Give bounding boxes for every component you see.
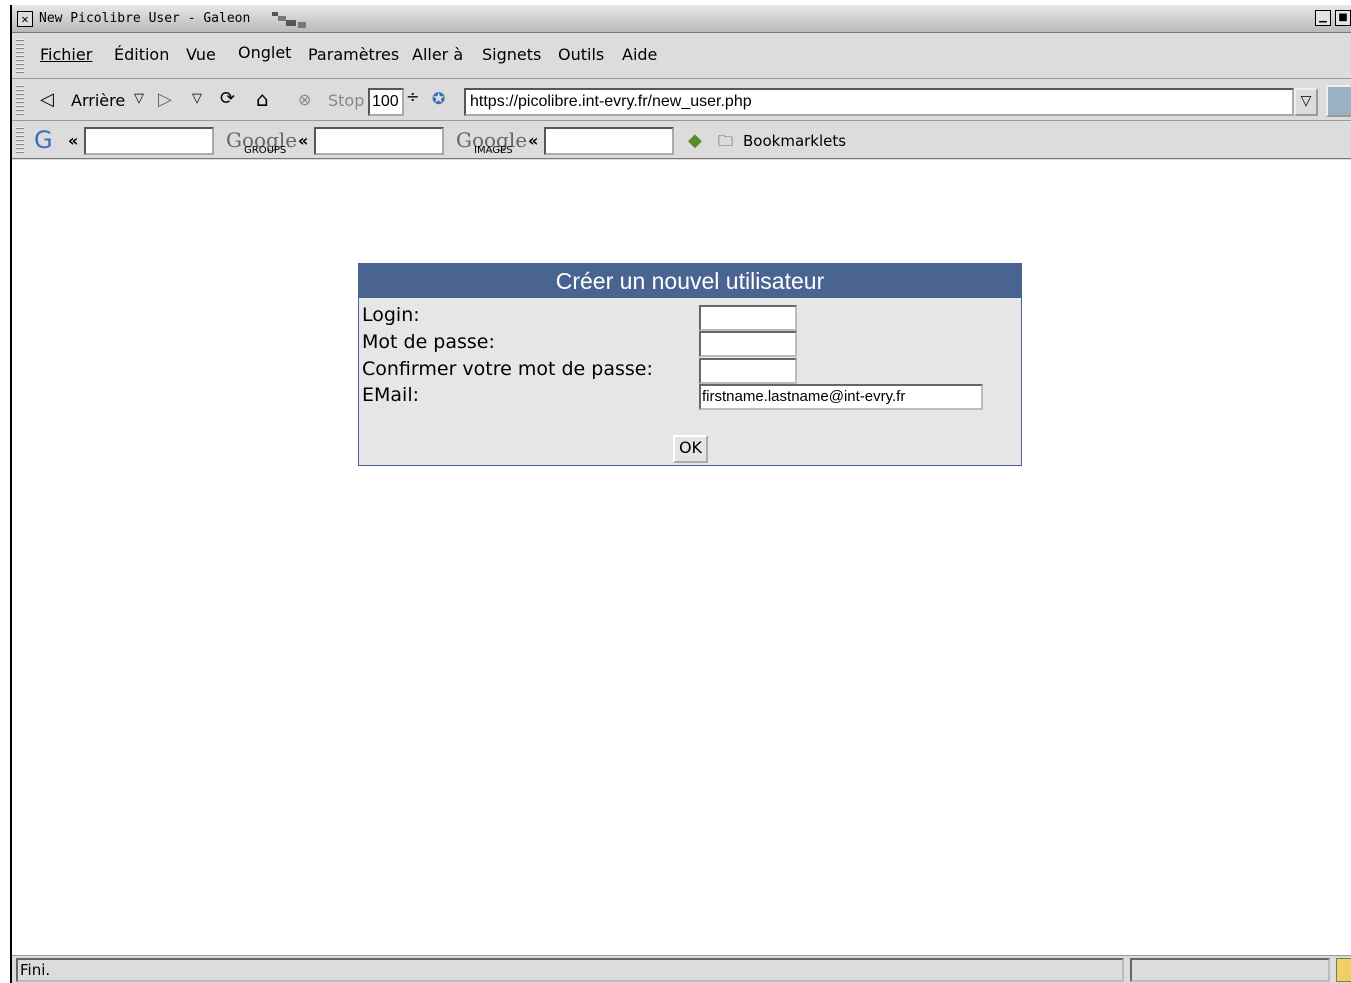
status-progress-cell: [1130, 958, 1330, 982]
reload-icon[interactable]: ⟳: [220, 88, 235, 109]
menu-aide[interactable]: Aide: [622, 45, 657, 64]
search-toolbar: G « Google GROUPS « Google IMAGES « ◆ 🗀 …: [12, 123, 1351, 159]
google-images-label: IMAGES: [474, 145, 513, 156]
confirm-password-label: Confirmer votre mot de passe:: [362, 358, 653, 380]
site-favicon-icon: ✪: [432, 89, 446, 108]
zoom-stepper-icon[interactable]: ÷: [406, 87, 419, 106]
back-history-chevron-icon[interactable]: ▽: [134, 91, 144, 106]
google-groups-input[interactable]: [314, 127, 444, 155]
go-button[interactable]: [1326, 85, 1351, 117]
menu-signets[interactable]: Signets: [482, 45, 541, 64]
status-text: Fini.: [16, 958, 1124, 982]
google-images-go-icon[interactable]: «: [528, 131, 538, 150]
status-bar: Fini.: [12, 955, 1351, 983]
folder-icon: 🗀: [718, 132, 734, 150]
back-label[interactable]: Arrière: [71, 91, 125, 110]
google-groups-go-icon[interactable]: «: [298, 131, 308, 150]
title-bar: ✕ New Picolibre User - Galeon ▁ ■: [12, 5, 1351, 33]
login-input[interactable]: [699, 305, 797, 331]
forward-arrow-icon[interactable]: ▷: [158, 89, 172, 110]
bookmark-book-icon[interactable]: ◆: [688, 130, 702, 151]
zoom-input[interactable]: 100: [368, 88, 404, 116]
google-images-input[interactable]: [544, 127, 674, 155]
confirm-password-input[interactable]: [699, 358, 797, 384]
security-lock-icon[interactable]: [1336, 958, 1351, 982]
google-groups-label: GROUPS: [244, 145, 287, 156]
galeon-logo-icon: [272, 12, 306, 28]
maximize-icon[interactable]: ■: [1335, 10, 1351, 26]
password-input[interactable]: [699, 331, 797, 357]
navigation-toolbar: ◁ Arrière ▽ ▷ ▽ ⟳ ⌂ ⊗ Stop 100 ÷ ✪ https…: [12, 81, 1351, 121]
menu-parametres[interactable]: Paramètres: [308, 45, 399, 64]
new-user-form: Créer un nouvel utilisateur Login: Mot d…: [358, 263, 1022, 466]
forward-history-chevron-icon[interactable]: ▽: [192, 91, 202, 106]
ok-button[interactable]: OK: [673, 435, 708, 463]
searchbar-grip[interactable]: [16, 127, 24, 155]
browser-window: ✕ New Picolibre User - Galeon ▁ ■ Fichie…: [10, 5, 1351, 983]
email-input[interactable]: firstname.lastname@int-evry.fr: [699, 384, 983, 410]
window-title: New Picolibre User - Galeon: [39, 11, 251, 26]
stop-label[interactable]: Stop: [328, 91, 364, 110]
menu-fichier[interactable]: Fichier: [40, 45, 92, 64]
stop-icon[interactable]: ⊗: [298, 90, 311, 109]
navbar-grip[interactable]: [16, 85, 24, 117]
menu-edition[interactable]: Édition: [114, 45, 169, 64]
menu-vue[interactable]: Vue: [186, 45, 216, 64]
minimize-icon[interactable]: ▁: [1315, 10, 1331, 26]
page-content: Créer un nouvel utilisateur Login: Mot d…: [12, 160, 1351, 955]
menu-outils[interactable]: Outils: [558, 45, 604, 64]
menu-aller-a[interactable]: Aller à: [412, 45, 463, 64]
home-icon[interactable]: ⌂: [256, 87, 269, 111]
url-input[interactable]: https://picolibre.int-evry.fr/new_user.p…: [464, 88, 1294, 116]
google-search-input[interactable]: [84, 127, 214, 155]
email-label: EMail:: [362, 384, 419, 406]
menu-onglet[interactable]: Onglet: [238, 43, 291, 62]
window-close-icon[interactable]: ✕: [17, 11, 33, 27]
google-search-go-icon[interactable]: «: [68, 131, 78, 150]
menu-bar: Fichier Édition Vue Onglet Paramètres Al…: [12, 35, 1351, 79]
login-label: Login:: [362, 304, 420, 326]
password-label: Mot de passe:: [362, 331, 495, 353]
bookmarklets-folder[interactable]: Bookmarklets: [743, 132, 846, 150]
url-history-dropdown-icon[interactable]: ▽: [1294, 88, 1318, 116]
google-search-icon: G: [34, 126, 53, 154]
back-arrow-icon[interactable]: ◁: [40, 89, 54, 110]
form-title: Créer un nouvel utilisateur: [359, 264, 1021, 298]
menubar-grip[interactable]: [16, 39, 24, 75]
